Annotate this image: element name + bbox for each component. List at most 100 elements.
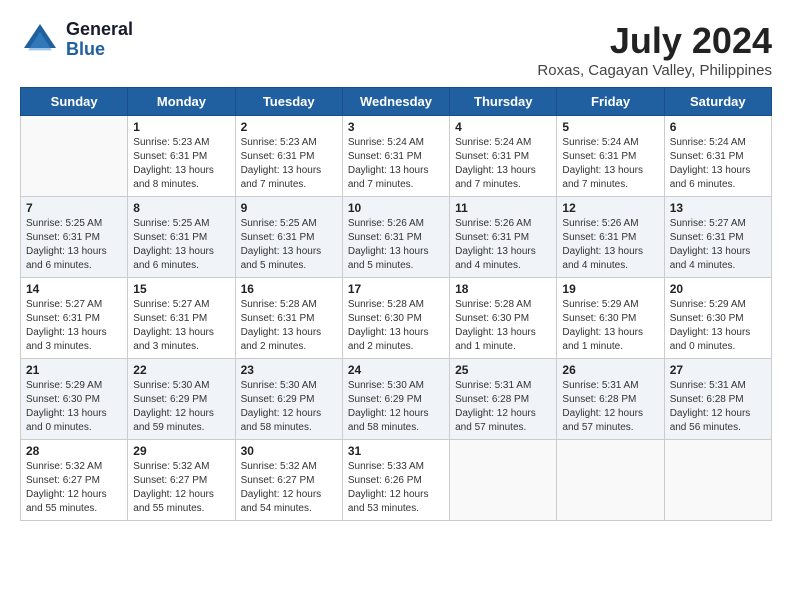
day-number: 18 [455, 282, 551, 296]
cell-info: Sunrise: 5:29 AMSunset: 6:30 PMDaylight:… [562, 298, 658, 354]
cell-info: Sunrise: 5:24 AMSunset: 6:31 PMDaylight:… [348, 136, 444, 192]
day-number: 28 [26, 444, 122, 458]
cell-info: Sunrise: 5:32 AMSunset: 6:27 PMDaylight:… [133, 460, 229, 516]
location-title: Roxas, Cagayan Valley, Philippines [537, 62, 772, 79]
cell-info: Sunrise: 5:26 AMSunset: 6:31 PMDaylight:… [455, 217, 551, 273]
day-number: 22 [133, 363, 229, 377]
calendar-week-row: 7 Sunrise: 5:25 AMSunset: 6:31 PMDaylight… [21, 197, 772, 278]
calendar-cell: 21Sunrise: 5:29 AMSunset: 6:30 PMDayligh… [21, 359, 128, 440]
weekday-header-tuesday: Tuesday [235, 88, 342, 116]
calendar-cell: 25 Sunrise: 5:31 AMSunset: 6:28 PMDayligh… [450, 359, 557, 440]
day-number: 9 [241, 201, 337, 215]
cell-info: Sunrise: 5:24 AMSunset: 6:31 PMDaylight:… [455, 136, 551, 192]
day-number: 31 [348, 444, 444, 458]
day-number: 25 [455, 363, 551, 377]
calendar-cell: 19 Sunrise: 5:29 AMSunset: 6:30 PMDayligh… [557, 278, 664, 359]
calendar-cell: 4Sunrise: 5:24 AMSunset: 6:31 PMDaylight… [450, 116, 557, 197]
cell-info: Sunrise: 5:27 AMSunset: 6:31 PMDaylight:… [670, 217, 766, 273]
day-number: 11 [455, 201, 551, 215]
day-number: 15 [133, 282, 229, 296]
calendar-cell [557, 440, 664, 521]
day-number: 17 [348, 282, 444, 296]
calendar-cell: 14 Sunrise: 5:27 AMSunset: 6:31 PMDayligh… [21, 278, 128, 359]
day-number: 19 [562, 282, 658, 296]
calendar-cell: 3 Sunrise: 5:24 AMSunset: 6:31 PMDaylight… [342, 116, 449, 197]
day-number: 23 [241, 363, 337, 377]
calendar-cell: 12 Sunrise: 5:26 AMSunset: 6:31 PMDayligh… [557, 197, 664, 278]
calendar-cell: 11 Sunrise: 5:26 AMSunset: 6:31 PMDayligh… [450, 197, 557, 278]
day-number: 24 [348, 363, 444, 377]
calendar-cell: 17 Sunrise: 5:28 AMSunset: 6:30 PMDayligh… [342, 278, 449, 359]
day-number: 1 [133, 120, 229, 134]
cell-info: Sunrise: 5:24 AMSunset: 6:31 PMDaylight:… [670, 136, 766, 192]
calendar-cell [450, 440, 557, 521]
calendar-cell: 6 Sunrise: 5:24 AMSunset: 6:31 PMDaylight… [664, 116, 771, 197]
day-number: 13 [670, 201, 766, 215]
calendar-cell [21, 116, 128, 197]
calendar-cell: 26Sunrise: 5:31 AMSunset: 6:28 PMDayligh… [557, 359, 664, 440]
day-number: 8 [133, 201, 229, 215]
page-header: General Blue July 2024 Roxas, Cagayan Va… [20, 20, 772, 79]
cell-info: Sunrise: 5:23 AMSunset: 6:31 PMDaylight:… [133, 136, 229, 192]
day-number: 20 [670, 282, 766, 296]
calendar-cell: 20 Sunrise: 5:29 AMSunset: 6:30 PMDayligh… [664, 278, 771, 359]
calendar-cell: 9Sunrise: 5:25 AMSunset: 6:31 PMDaylight… [235, 197, 342, 278]
calendar-cell [664, 440, 771, 521]
day-number: 7 [26, 201, 122, 215]
cell-info: Sunrise: 5:30 AMSunset: 6:29 PMDaylight:… [348, 379, 444, 435]
weekday-header-sunday: Sunday [21, 88, 128, 116]
cell-info: Sunrise: 5:29 AMSunset: 6:30 PMDaylight:… [670, 298, 766, 354]
calendar-cell: 15 Sunrise: 5:27 AMSunset: 6:31 PMDayligh… [128, 278, 235, 359]
cell-info: Sunrise: 5:25 AMSunset: 6:31 PMDaylight:… [26, 217, 122, 273]
calendar-cell: 7 Sunrise: 5:25 AMSunset: 6:31 PMDaylight… [21, 197, 128, 278]
calendar-week-row: 28 Sunrise: 5:32 AMSunset: 6:27 PMDayligh… [21, 440, 772, 521]
cell-info: Sunrise: 5:24 AMSunset: 6:31 PMDaylight:… [562, 136, 658, 192]
cell-info: Sunrise: 5:29 AMSunset: 6:30 PMDaylight:… [26, 379, 122, 435]
calendar-cell: 31Sunrise: 5:33 AMSunset: 6:26 PMDayligh… [342, 440, 449, 521]
weekday-header-monday: Monday [128, 88, 235, 116]
day-number: 2 [241, 120, 337, 134]
calendar-week-row: 21Sunrise: 5:29 AMSunset: 6:30 PMDayligh… [21, 359, 772, 440]
cell-info: Sunrise: 5:28 AMSunset: 6:31 PMDaylight:… [241, 298, 337, 354]
cell-info: Sunrise: 5:31 AMSunset: 6:28 PMDaylight:… [455, 379, 551, 435]
cell-info: Sunrise: 5:27 AMSunset: 6:31 PMDaylight:… [133, 298, 229, 354]
calendar-cell: 2Sunrise: 5:23 AMSunset: 6:31 PMDaylight… [235, 116, 342, 197]
calendar-cell: 8 Sunrise: 5:25 AMSunset: 6:31 PMDaylight… [128, 197, 235, 278]
day-number: 10 [348, 201, 444, 215]
cell-info: Sunrise: 5:28 AMSunset: 6:30 PMDaylight:… [455, 298, 551, 354]
cell-info: Sunrise: 5:32 AMSunset: 6:27 PMDaylight:… [241, 460, 337, 516]
day-number: 6 [670, 120, 766, 134]
calendar-cell: 22Sunrise: 5:30 AMSunset: 6:29 PMDayligh… [128, 359, 235, 440]
calendar-cell: 10Sunrise: 5:26 AMSunset: 6:31 PMDayligh… [342, 197, 449, 278]
weekday-header-wednesday: Wednesday [342, 88, 449, 116]
cell-info: Sunrise: 5:26 AMSunset: 6:31 PMDaylight:… [562, 217, 658, 273]
day-number: 16 [241, 282, 337, 296]
weekday-header-thursday: Thursday [450, 88, 557, 116]
day-number: 27 [670, 363, 766, 377]
cell-info: Sunrise: 5:27 AMSunset: 6:31 PMDaylight:… [26, 298, 122, 354]
day-number: 29 [133, 444, 229, 458]
calendar-cell: 23Sunrise: 5:30 AMSunset: 6:29 PMDayligh… [235, 359, 342, 440]
calendar-cell: 16 Sunrise: 5:28 AMSunset: 6:31 PMDayligh… [235, 278, 342, 359]
logo: General Blue [20, 20, 133, 60]
weekday-header-friday: Friday [557, 88, 664, 116]
day-number: 14 [26, 282, 122, 296]
calendar-cell: 29 Sunrise: 5:32 AMSunset: 6:27 PMDayligh… [128, 440, 235, 521]
cell-info: Sunrise: 5:25 AMSunset: 6:31 PMDaylight:… [133, 217, 229, 273]
cell-info: Sunrise: 5:32 AMSunset: 6:27 PMDaylight:… [26, 460, 122, 516]
cell-info: Sunrise: 5:31 AMSunset: 6:28 PMDaylight:… [670, 379, 766, 435]
day-number: 5 [562, 120, 658, 134]
calendar-week-row: 14 Sunrise: 5:27 AMSunset: 6:31 PMDayligh… [21, 278, 772, 359]
day-number: 12 [562, 201, 658, 215]
calendar-cell: 24 Sunrise: 5:30 AMSunset: 6:29 PMDayligh… [342, 359, 449, 440]
day-number: 3 [348, 120, 444, 134]
calendar-cell: 18 Sunrise: 5:28 AMSunset: 6:30 PMDayligh… [450, 278, 557, 359]
logo-text: General Blue [66, 20, 133, 60]
month-year-title: July 2024 [537, 20, 772, 62]
day-number: 26 [562, 363, 658, 377]
cell-info: Sunrise: 5:28 AMSunset: 6:30 PMDaylight:… [348, 298, 444, 354]
logo-icon [20, 20, 60, 60]
calendar-cell: 28 Sunrise: 5:32 AMSunset: 6:27 PMDayligh… [21, 440, 128, 521]
calendar-cell: 27 Sunrise: 5:31 AMSunset: 6:28 PMDayligh… [664, 359, 771, 440]
calendar-cell: 5 Sunrise: 5:24 AMSunset: 6:31 PMDaylight… [557, 116, 664, 197]
